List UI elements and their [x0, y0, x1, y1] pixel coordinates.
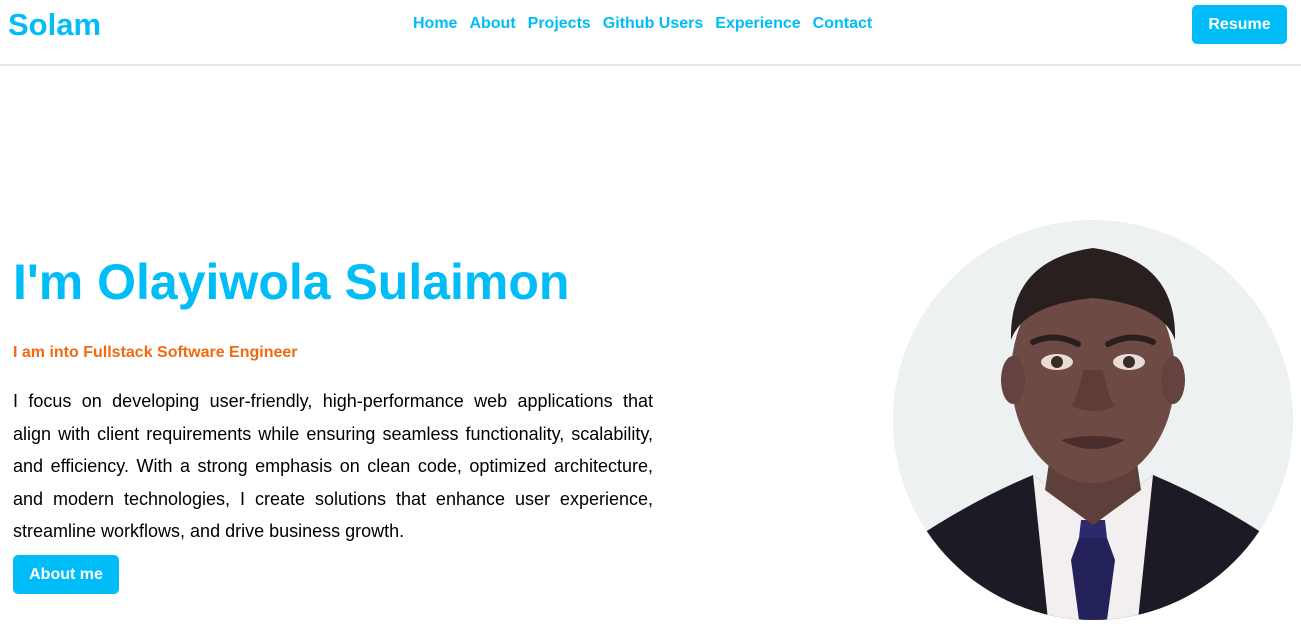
nav-item-projects: Projects — [528, 15, 591, 33]
navbar: Solam Home About Projects Github Users E… — [0, 0, 1301, 66]
nav-link-contact[interactable]: Contact — [813, 15, 873, 32]
nav-link-projects[interactable]: Projects — [528, 15, 591, 32]
nav-link-about[interactable]: About — [469, 15, 515, 32]
nav-item-github-users: Github Users — [603, 15, 703, 33]
nav-item-about: About — [469, 15, 515, 33]
nav-links: Home About Projects Github Users Experie… — [413, 15, 872, 33]
nav-link-home[interactable]: Home — [413, 15, 457, 32]
nav-link-github-users[interactable]: Github Users — [603, 15, 703, 32]
resume-button[interactable]: Resume — [1192, 5, 1287, 44]
hero-description: I focus on developing user-friendly, hig… — [13, 391, 653, 541]
logo[interactable]: Solam — [8, 7, 101, 43]
hero-subtitle: I am into Fullstack Software Engineer — [13, 344, 298, 361]
about-me-button[interactable]: About me — [13, 555, 119, 594]
nav-item-experience: Experience — [715, 15, 800, 33]
nav-item-home: Home — [413, 15, 457, 33]
nav-link-experience[interactable]: Experience — [715, 15, 800, 32]
profile-avatar — [893, 220, 1293, 620]
hero-title: I'm Olayiwola Sulaimon — [13, 254, 570, 310]
nav-item-contact: Contact — [813, 15, 873, 33]
profile-portrait-illustration — [893, 220, 1293, 620]
